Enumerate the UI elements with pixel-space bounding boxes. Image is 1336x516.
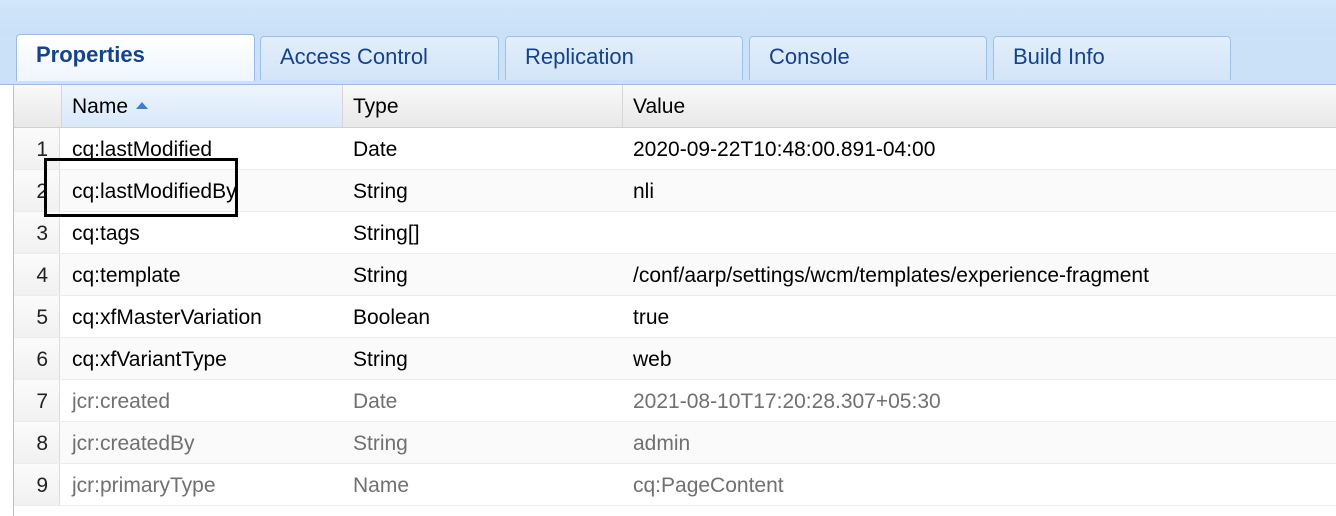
property-type[interactable]: String [343,338,623,379]
column-header-name[interactable]: Name [62,85,343,127]
highlight-box [44,158,238,217]
property-value[interactable]: web [623,338,1336,379]
tab-console[interactable]: Console [749,36,987,80]
grid-header: Name Type Value [14,85,1336,128]
property-name[interactable]: jcr:primaryType [62,464,343,505]
tab-access-control[interactable]: Access Control [260,36,499,80]
property-type[interactable]: String [343,170,623,211]
table-row[interactable]: 8 jcr:createdBy String admin [14,422,1336,464]
tab-build-info[interactable]: Build Info [993,36,1231,80]
property-value[interactable]: 2020-09-22T10:48:00.891-04:00 [623,128,1336,169]
property-name[interactable]: jcr:createdBy [62,422,343,463]
property-type[interactable]: Date [343,380,623,421]
property-type[interactable]: Name [343,464,623,505]
property-type[interactable]: Date [343,128,623,169]
row-number: 9 [14,464,60,505]
property-name[interactable]: cq:template [62,254,343,295]
row-number: 7 [14,380,60,421]
row-number: 4 [14,254,60,295]
column-header-type[interactable]: Type [343,85,623,127]
row-number: 5 [14,296,60,337]
top-toolbar [0,0,1336,35]
row-number: 8 [14,422,60,463]
sort-ascending-icon [136,101,149,109]
property-value[interactable] [623,212,1336,253]
row-number-header [14,85,62,127]
table-row[interactable]: 5 cq:xfMasterVariation Boolean true [14,296,1336,338]
property-value[interactable]: true [623,296,1336,337]
tab-replication[interactable]: Replication [505,36,743,80]
property-value[interactable]: cq:PageContent [623,464,1336,505]
table-row[interactable]: 6 cq:xfVariantType String web [14,338,1336,380]
column-header-type-label: Type [353,95,399,118]
table-row[interactable]: 4 cq:template String /conf/aarp/settings… [14,254,1336,296]
tab-strip: Properties Access Control Replication Co… [0,34,1336,85]
column-header-value[interactable]: Value [623,85,1336,127]
property-name[interactable]: cq:tags [62,212,343,253]
properties-grid: Name Type Value 1 cq:lastModified Date 2… [13,85,1336,516]
tab-properties[interactable]: Properties [16,34,255,81]
property-type[interactable]: String [343,422,623,463]
property-type[interactable]: String[] [343,212,623,253]
property-value[interactable]: admin [623,422,1336,463]
property-type[interactable]: String [343,254,623,295]
row-number: 3 [14,212,60,253]
row-number: 6 [14,338,60,379]
table-row[interactable]: 3 cq:tags String[] [14,212,1336,254]
property-name[interactable]: cq:xfVariantType [62,338,343,379]
column-header-value-label: Value [633,95,686,118]
property-value[interactable]: nli [623,170,1336,211]
property-value[interactable]: 2021-08-10T17:20:28.307+05:30 [623,380,1336,421]
column-header-name-label: Name [72,95,129,118]
property-name[interactable]: cq:xfMasterVariation [62,296,343,337]
property-type[interactable]: Boolean [343,296,623,337]
property-value[interactable]: /conf/aarp/settings/wcm/templates/experi… [623,254,1336,295]
table-row[interactable]: 7 jcr:created Date 2021-08-10T17:20:28.3… [14,380,1336,422]
property-name[interactable]: jcr:created [62,380,343,421]
table-row[interactable]: 9 jcr:primaryType Name cq:PageContent [14,464,1336,506]
